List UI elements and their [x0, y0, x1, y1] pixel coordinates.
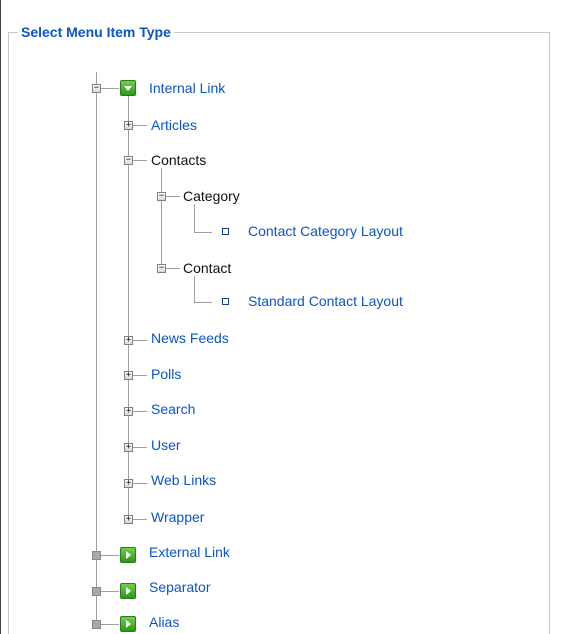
expand-alias-icon[interactable]	[92, 620, 101, 629]
tree-connector	[133, 375, 147, 376]
separator-folder-icon	[120, 583, 136, 599]
expand-separator-icon[interactable]	[92, 587, 101, 596]
tree-connector	[133, 340, 147, 341]
tree-connector	[133, 411, 147, 412]
expand-articles-icon[interactable]: +	[124, 121, 133, 130]
collapse-internal-link-icon[interactable]: −	[92, 84, 101, 93]
tree-item-contacts[interactable]: Contacts	[151, 151, 206, 169]
tree-connector	[96, 72, 97, 622]
tree-item-standard-contact-layout[interactable]: Standard Contact Layout	[248, 292, 403, 310]
tree-connector	[194, 276, 195, 302]
tree-connector	[101, 624, 119, 625]
tree-item-separator[interactable]: Separator	[149, 578, 210, 596]
internal-link-folder-icon	[120, 80, 136, 96]
tree-connector	[166, 268, 180, 269]
expand-user-icon[interactable]: +	[124, 443, 133, 452]
tree-item-web-links[interactable]: Web Links	[151, 471, 216, 489]
tree-item-polls[interactable]: Polls	[151, 365, 181, 383]
tree-item-wrapper[interactable]: Wrapper	[151, 508, 204, 526]
expand-polls-icon[interactable]: +	[124, 371, 133, 380]
tree-connector	[133, 125, 147, 126]
tree-connector	[161, 168, 162, 268]
tree-item-search[interactable]: Search	[151, 400, 195, 418]
tree-connector	[101, 591, 119, 592]
tree-connector	[101, 555, 119, 556]
tree-connector	[194, 204, 195, 232]
menu-type-tree: − Internal Link + Articles − Contacts − …	[0, 0, 569, 634]
expand-external-link-icon[interactable]	[92, 551, 101, 560]
tree-item-news-feeds[interactable]: News Feeds	[151, 329, 229, 347]
tree-item-articles[interactable]: Articles	[151, 116, 197, 134]
menu-item-type-page: Select Menu Item Type − Internal Link + …	[0, 0, 569, 634]
tree-connector	[133, 483, 147, 484]
tree-item-category[interactable]: Category	[183, 187, 240, 205]
expand-web-links-icon[interactable]: +	[124, 479, 133, 488]
collapse-contacts-icon[interactable]: −	[124, 156, 133, 165]
tree-item-user[interactable]: User	[151, 436, 181, 454]
tree-connector	[133, 160, 147, 161]
alias-folder-icon	[120, 616, 136, 632]
tree-connector	[101, 88, 119, 89]
collapse-contact-icon[interactable]: −	[157, 264, 166, 273]
expand-search-icon[interactable]: +	[124, 407, 133, 416]
tree-connector	[133, 519, 147, 520]
tree-connector	[194, 302, 212, 303]
tree-item-internal-link[interactable]: Internal Link	[149, 79, 225, 97]
expand-news-feeds-icon[interactable]: +	[124, 336, 133, 345]
tree-item-contact-category-layout[interactable]: Contact Category Layout	[248, 222, 403, 240]
standard-contact-layout-leaf-icon	[222, 298, 229, 305]
tree-item-contact[interactable]: Contact	[183, 259, 231, 277]
external-link-folder-icon	[120, 547, 136, 563]
contact-category-layout-leaf-icon	[222, 228, 229, 235]
expand-wrapper-icon[interactable]: +	[124, 515, 133, 524]
tree-item-alias[interactable]: Alias	[149, 613, 179, 631]
tree-item-external-link[interactable]: External Link	[149, 543, 230, 561]
collapse-category-icon[interactable]: −	[157, 192, 166, 201]
tree-connector	[133, 447, 147, 448]
tree-connector	[166, 196, 180, 197]
tree-connector	[194, 232, 212, 233]
